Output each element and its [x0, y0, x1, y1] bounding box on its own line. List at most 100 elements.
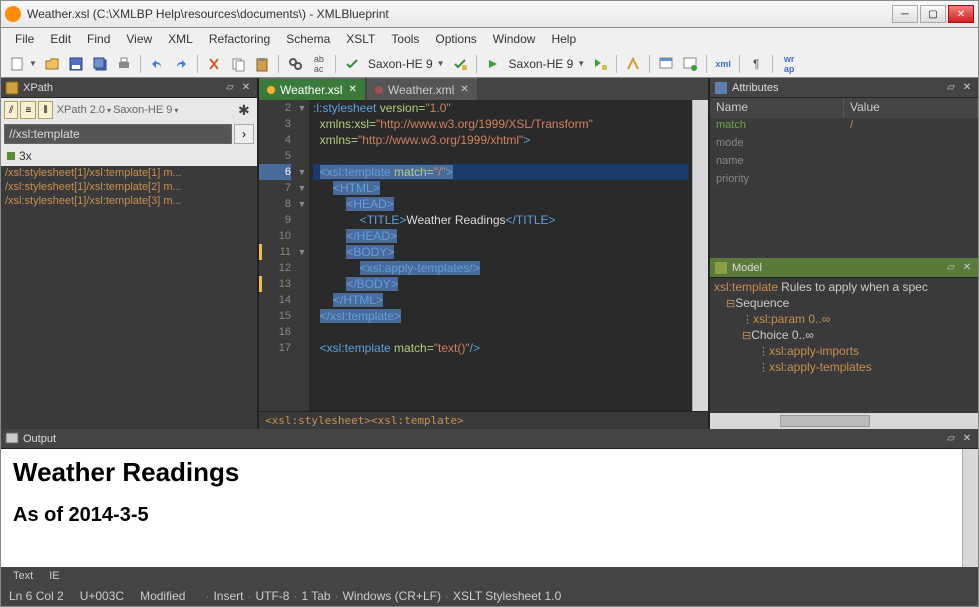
panel-close-icon[interactable]: ✕: [239, 81, 253, 95]
xpath-input[interactable]: [4, 124, 232, 144]
dropdown-arrow-icon[interactable]: ▼: [577, 59, 588, 68]
horizontal-scrollbar[interactable]: [710, 413, 978, 429]
validate-config-icon[interactable]: [449, 53, 471, 75]
tab-close-icon[interactable]: ✕: [348, 84, 356, 95]
xpath-icon: [5, 81, 19, 95]
panel-popout-icon[interactable]: ▱: [223, 81, 237, 95]
menu-tools[interactable]: Tools: [383, 29, 427, 49]
paste-icon[interactable]: [251, 53, 273, 75]
menu-options[interactable]: Options: [427, 29, 484, 49]
new-file-icon[interactable]: [6, 53, 28, 75]
tab-label: Weather.xsl: [280, 83, 342, 97]
close-button[interactable]: ✕: [948, 5, 974, 23]
attributes-column-headers: Name Value: [710, 98, 978, 118]
panel-close-icon[interactable]: ✕: [960, 261, 974, 275]
menu-refactoring[interactable]: Refactoring: [201, 29, 278, 49]
pilcrow-icon[interactable]: ¶: [745, 53, 767, 75]
tool1-icon[interactable]: [655, 53, 677, 75]
redo-icon[interactable]: [170, 53, 192, 75]
status-position: Ln 6 Col 2: [9, 589, 64, 603]
find-icon[interactable]: [284, 53, 306, 75]
tab-weather-xml[interactable]: Weather.xml ✕: [367, 78, 477, 100]
copy-icon[interactable]: [227, 53, 249, 75]
vertical-scrollbar[interactable]: [692, 100, 708, 411]
attr-col-value[interactable]: Value: [844, 98, 978, 118]
attr-row-priority[interactable]: priority: [710, 172, 978, 190]
xpath-version[interactable]: XPath 2.0: [55, 104, 107, 116]
fold-column[interactable]: ▼ ▼▼▼ ▼: [295, 100, 309, 411]
menu-file[interactable]: File: [7, 29, 42, 49]
xpath-mode-btn3[interactable]: ⦀: [38, 101, 52, 119]
attr-row-name[interactable]: name: [710, 154, 978, 172]
dropdown-arrow-icon[interactable]: ▾: [174, 106, 178, 115]
wrap-icon[interactable]: wrap: [778, 53, 800, 75]
xml-icon[interactable]: xml: [712, 53, 734, 75]
status-indent: 1 Tab: [301, 589, 330, 603]
panel-close-icon[interactable]: ✕: [960, 81, 974, 95]
menu-view[interactable]: View: [118, 29, 160, 49]
gear-icon[interactable]: ✱: [238, 102, 254, 118]
code-editor[interactable]: 2345 6789 10111213 14151617 ▼ ▼▼▼ ▼ :l:s…: [259, 100, 708, 411]
output-content: Weather Readings As of 2014-3-5: [1, 449, 962, 567]
panel-popout-icon[interactable]: ▱: [944, 261, 958, 275]
tab-weather-xsl[interactable]: Weather.xsl ✕: [259, 78, 365, 100]
xpath-result-item[interactable]: /xsl:stylesheet[1]/xsl:template[2] m...: [1, 180, 257, 194]
attr-col-name[interactable]: Name: [710, 98, 844, 118]
model-node[interactable]: ⋮xsl:apply-imports: [714, 344, 974, 360]
attr-row-match[interactable]: match/: [710, 118, 978, 136]
format-icon[interactable]: [622, 53, 644, 75]
menu-edit[interactable]: Edit: [42, 29, 79, 49]
menu-window[interactable]: Window: [485, 29, 544, 49]
replace-icon[interactable]: abac: [308, 53, 330, 75]
xpath-go-button[interactable]: ›: [234, 124, 254, 144]
open-folder-icon[interactable]: [41, 53, 63, 75]
save-icon[interactable]: [65, 53, 87, 75]
run-config-icon[interactable]: [589, 53, 611, 75]
model-root[interactable]: xsl:template Rules to apply when a spec: [714, 280, 974, 296]
model-panel: Model ▱ ✕ xsl:template Rules to apply wh…: [710, 258, 978, 429]
xpath-mode-btn1[interactable]: ⫽: [4, 101, 18, 119]
xpath-mode-btn2[interactable]: ≡: [20, 101, 36, 119]
panel-popout-icon[interactable]: ▱: [944, 432, 958, 446]
attributes-title: Attributes: [732, 82, 942, 94]
menu-schema[interactable]: Schema: [278, 29, 338, 49]
saxon-validate-label[interactable]: Saxon-HE 9: [364, 57, 437, 71]
status-encoding: UTF-8: [255, 589, 289, 603]
model-node[interactable]: ⋮xsl:param 0..∞: [714, 312, 974, 328]
attributes-icon: [714, 81, 728, 95]
model-node[interactable]: ⋮xsl:apply-templates: [714, 360, 974, 376]
tool2-icon[interactable]: [679, 53, 701, 75]
model-node[interactable]: ⊟Sequence: [714, 296, 974, 312]
statusbar: Ln 6 Col 2 U+003C Modified· Insert· UTF-…: [0, 585, 979, 607]
maximize-button[interactable]: ▢: [920, 5, 946, 23]
undo-icon[interactable]: [146, 53, 168, 75]
panel-popout-icon[interactable]: ▱: [944, 81, 958, 95]
dropdown-arrow-icon[interactable]: ▼: [29, 59, 40, 68]
menu-help[interactable]: Help: [543, 29, 584, 49]
print-icon[interactable]: [113, 53, 135, 75]
output-tab-ie[interactable]: IE: [41, 569, 67, 583]
panel-close-icon[interactable]: ✕: [960, 432, 974, 446]
vertical-scrollbar[interactable]: [962, 449, 978, 567]
output-tab-text[interactable]: Text: [5, 569, 41, 583]
save-all-icon[interactable]: [89, 53, 111, 75]
menu-xslt[interactable]: XSLT: [338, 29, 383, 49]
dropdown-arrow-icon[interactable]: ▼: [437, 59, 448, 68]
validate-icon[interactable]: [341, 53, 363, 75]
xpath-result-item[interactable]: /xsl:stylesheet[1]/xsl:template[1] m...: [1, 166, 257, 180]
menu-xml[interactable]: XML: [160, 29, 201, 49]
breadcrumb[interactable]: <xsl:stylesheet><xsl:template>: [259, 411, 708, 429]
xpath-result-item[interactable]: /xsl:stylesheet[1]/xsl:template[3] m...: [1, 194, 257, 208]
cut-icon[interactable]: [203, 53, 225, 75]
menu-find[interactable]: Find: [79, 29, 118, 49]
tab-close-icon[interactable]: ✕: [460, 84, 468, 95]
code-body[interactable]: :l:stylesheet version="1.0" xmlns:xsl="h…: [309, 100, 692, 411]
attr-row-mode[interactable]: mode: [710, 136, 978, 154]
model-node[interactable]: ⊟Choice 0..∞: [714, 328, 974, 344]
saxon-run-label[interactable]: Saxon-HE 9: [505, 57, 578, 71]
model-title: Model: [732, 262, 942, 274]
minimize-button[interactable]: ─: [892, 5, 918, 23]
status-charcode: U+003C: [80, 589, 124, 603]
xpath-engine[interactable]: Saxon-HE 9: [111, 104, 174, 116]
run-icon[interactable]: [482, 53, 504, 75]
